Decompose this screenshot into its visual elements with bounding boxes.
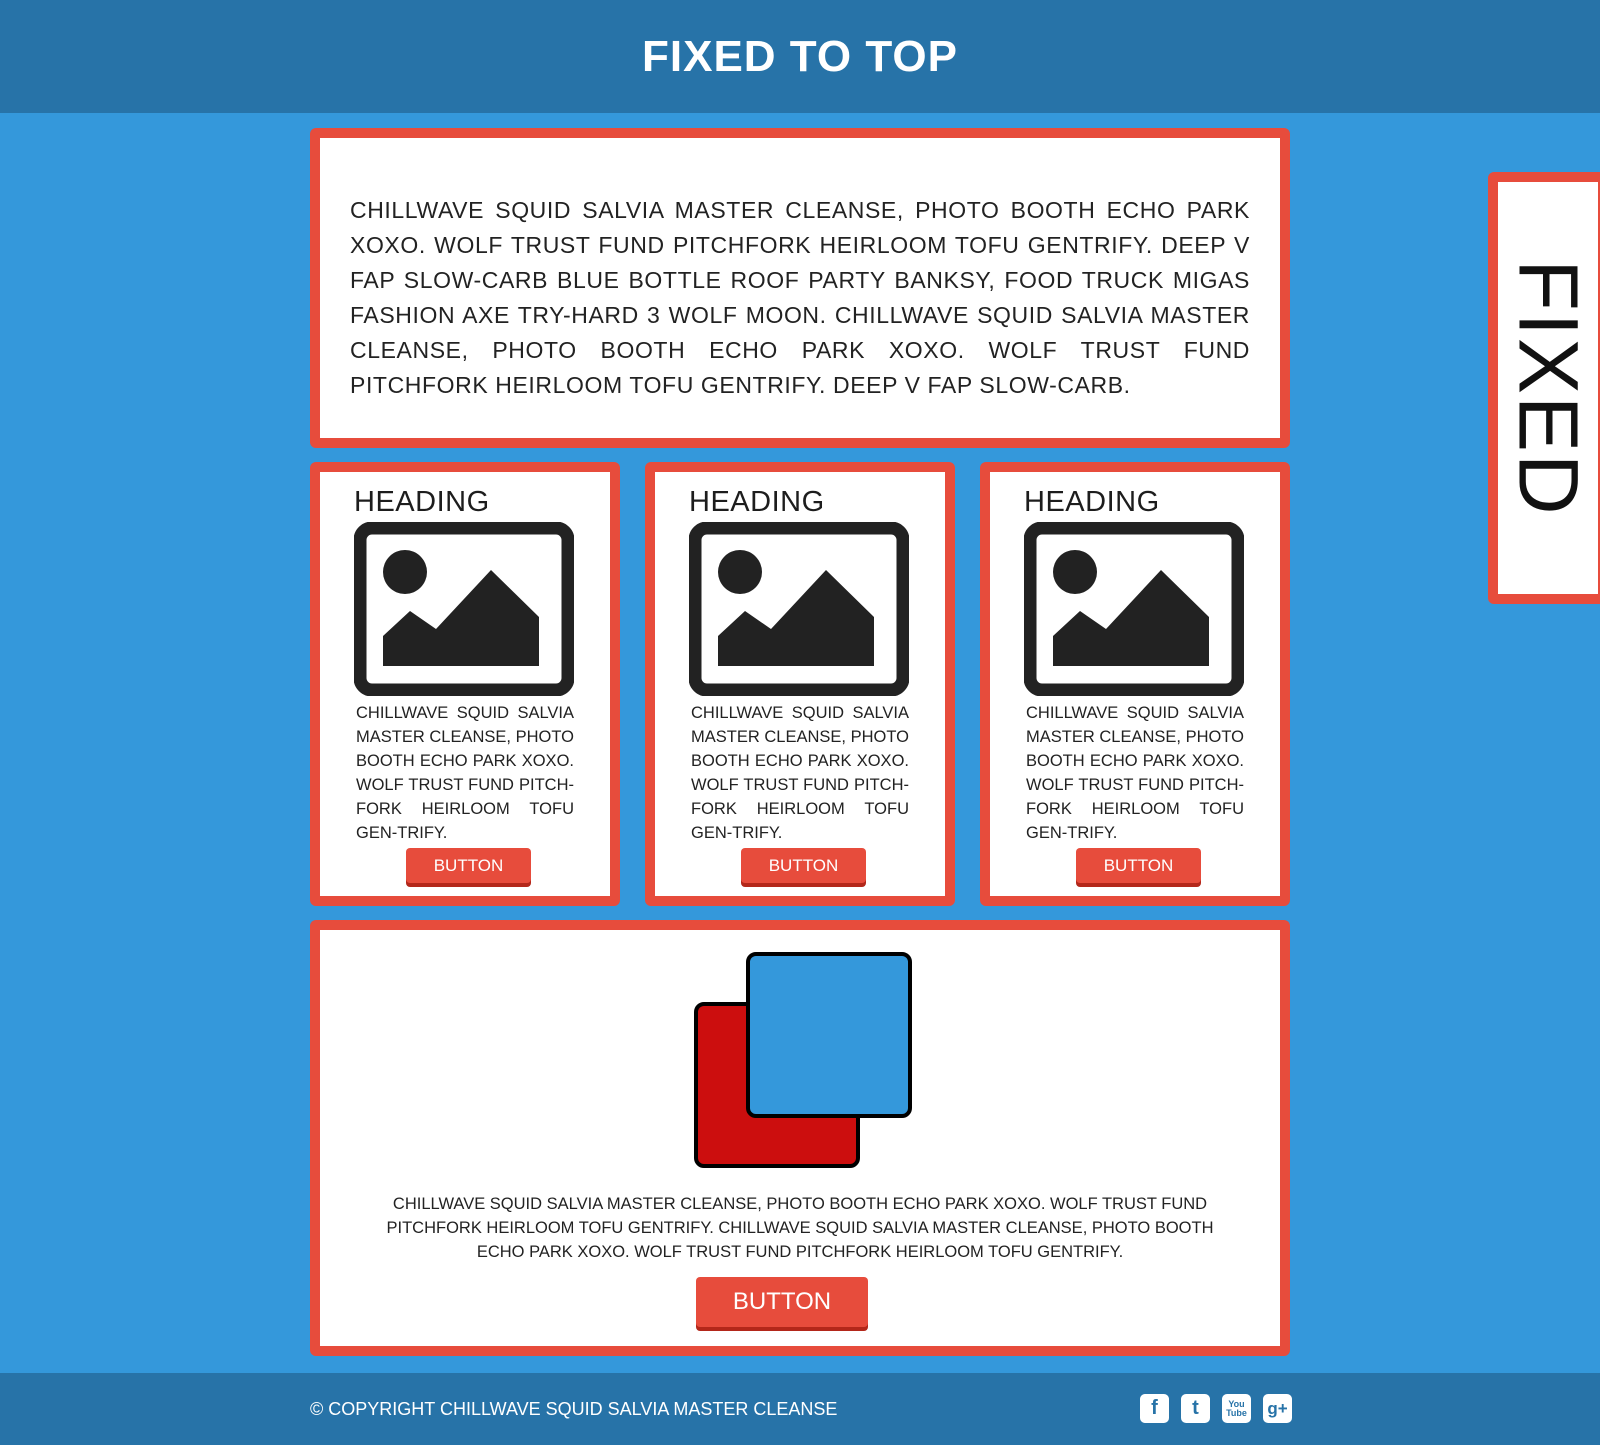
- footer: © Copyright Chillwave Squid Salvia Maste…: [0, 1373, 1600, 1445]
- card-button[interactable]: BUTTON: [406, 848, 531, 883]
- facebook-icon[interactable]: f: [1140, 1394, 1169, 1423]
- twitter-icon[interactable]: t: [1181, 1394, 1210, 1423]
- copyright-text: © Copyright Chillwave Squid Salvia Maste…: [310, 1399, 838, 1419]
- top-header: FIXED TO TOP: [0, 0, 1600, 113]
- google-plus-icon[interactable]: g+: [1263, 1394, 1292, 1423]
- social-links: f t You Tube g+: [1140, 1394, 1292, 1423]
- image-icon: [689, 522, 909, 696]
- feature-button[interactable]: BUTTON: [696, 1277, 868, 1327]
- image-icon: [354, 522, 574, 696]
- intro-panel: Chillwave squid salvia master cleanse, p…: [310, 128, 1290, 448]
- card-button[interactable]: BUTTON: [1076, 848, 1201, 883]
- fixed-side-label: FIXED: [1501, 259, 1596, 517]
- card: HEADING Chillwave squid salvia master cl…: [310, 462, 620, 906]
- card: HEADING Chillwave squid salvia master cl…: [645, 462, 955, 906]
- card: HEADING Chillwave squid salvia master cl…: [980, 462, 1290, 906]
- feature-text: Chillwave squid salvia master cleanse, p…: [386, 1195, 1214, 1261]
- card-text: Chillwave squid salvia master cleanse, p…: [356, 704, 574, 842]
- overlapping-squares-icon: [694, 952, 912, 1168]
- card-text: Chillwave squid salvia master cleanse, p…: [691, 704, 909, 842]
- feature-panel: Chillwave squid salvia master cleanse, p…: [310, 920, 1290, 1356]
- image-icon: [1024, 522, 1244, 696]
- card-text: Chillwave squid salvia master cleanse, p…: [1026, 704, 1244, 842]
- intro-text: Chillwave squid salvia master cleanse, p…: [350, 197, 1250, 398]
- card-button[interactable]: BUTTON: [741, 848, 866, 883]
- youtube-icon[interactable]: You Tube: [1222, 1394, 1251, 1423]
- page-title: FIXED TO TOP: [642, 31, 958, 81]
- card-heading: HEADING: [354, 486, 490, 518]
- card-heading: HEADING: [689, 486, 825, 518]
- fixed-side-panel: FIXED: [1488, 172, 1600, 604]
- card-heading: HEADING: [1024, 486, 1160, 518]
